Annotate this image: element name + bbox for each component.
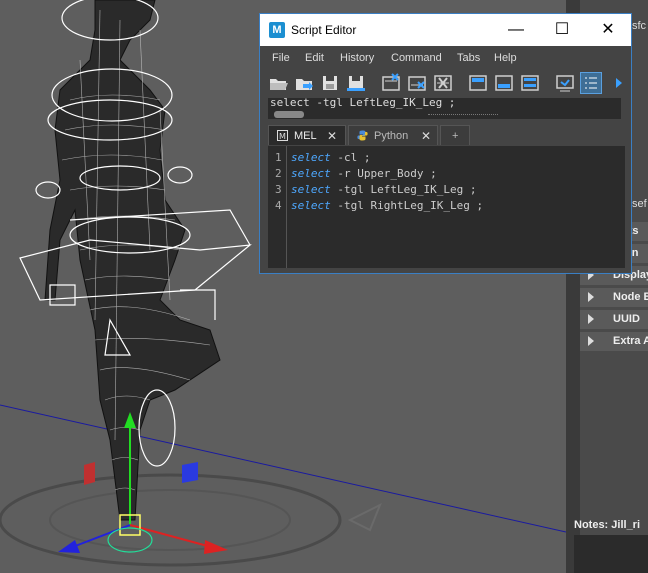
- close-tab-icon[interactable]: ✕: [327, 129, 337, 143]
- line-number: 4: [275, 199, 282, 212]
- show-input-icon[interactable]: [493, 72, 515, 94]
- notes-textarea[interactable]: [574, 535, 648, 573]
- code-args: -tgl LeftLeg_IK_Leg ;: [330, 183, 477, 196]
- tab-bar: M MEL ✕ Python ✕ +: [268, 125, 621, 146]
- clear-history-icon[interactable]: [380, 72, 402, 94]
- menu-help[interactable]: Help: [494, 52, 517, 64]
- script-editor-window[interactable]: M Script Editor — ☐ ✕ File Edit History …: [259, 13, 632, 274]
- history-pane[interactable]: select -tgl LeftLeg_IK_Leg ;: [268, 98, 621, 119]
- menu-bar: File Edit History Command Tabs Help: [260, 47, 631, 69]
- toolbar: [260, 69, 631, 97]
- code-args: -cl ;: [330, 151, 371, 164]
- attr-section-uuid[interactable]: UUID: [580, 310, 648, 329]
- menu-file[interactable]: File: [272, 52, 290, 64]
- code-line[interactable]: select -tgl LeftLeg_IK_Leg ;: [291, 183, 476, 196]
- clear-input-icon[interactable]: [406, 72, 428, 94]
- tab-mel[interactable]: M MEL ✕: [268, 125, 346, 145]
- python-icon: [357, 130, 368, 141]
- attr-fragment-top: sfc: [632, 20, 647, 32]
- code-editor[interactable]: 1 2 3 4 select -cl ; select -r Upper_Bod…: [268, 146, 625, 268]
- attr-section-node-behavior[interactable]: Node B: [580, 288, 648, 307]
- code-line[interactable]: select -tgl RightLeg_IK_Leg ;: [291, 199, 483, 212]
- expand-arrow-icon: [588, 292, 594, 302]
- menu-edit[interactable]: Edit: [305, 52, 324, 64]
- window-title: Script Editor: [291, 23, 357, 37]
- expand-arrow-icon: [588, 314, 594, 324]
- history-scrollbar-thumb[interactable]: [274, 111, 304, 118]
- save-script-shelf-icon[interactable]: [345, 72, 367, 94]
- menu-tabs[interactable]: Tabs: [457, 52, 480, 64]
- source-script-icon[interactable]: [293, 72, 315, 94]
- line-number: 3: [275, 183, 282, 196]
- code-keyword: select: [291, 151, 331, 164]
- code-line[interactable]: select -cl ;: [291, 151, 371, 164]
- tab-python[interactable]: Python ✕: [348, 125, 438, 145]
- menu-history[interactable]: History: [340, 52, 374, 64]
- show-history-icon[interactable]: [467, 72, 489, 94]
- open-script-icon[interactable]: [267, 72, 289, 94]
- minimize-button[interactable]: —: [493, 14, 539, 46]
- maya-app-icon: M: [269, 22, 285, 38]
- close-tab-icon[interactable]: ✕: [421, 129, 431, 143]
- code-args: -r Upper_Body ;: [330, 167, 437, 180]
- expand-icon[interactable]: [612, 72, 626, 94]
- echo-commands-icon[interactable]: [554, 72, 576, 94]
- show-both-icon[interactable]: [519, 72, 541, 94]
- mel-icon: M: [277, 130, 288, 141]
- line-numbers-icon[interactable]: [580, 72, 602, 94]
- save-script-icon[interactable]: [319, 72, 341, 94]
- history-line: select -tgl LeftLeg_IK_Leg ;: [270, 98, 456, 109]
- svg-text:M: M: [279, 132, 286, 141]
- code-keyword: select: [291, 167, 331, 180]
- notes-label: Notes: Jill_ri: [574, 519, 641, 531]
- line-number: 2: [275, 167, 282, 180]
- attr-section-extra-attributes[interactable]: Extra A: [580, 332, 648, 351]
- code-keyword: select: [291, 199, 331, 212]
- menu-command[interactable]: Command: [391, 52, 442, 64]
- clear-all-icon[interactable]: [432, 72, 454, 94]
- code-keyword: select: [291, 183, 331, 196]
- title-bar[interactable]: M Script Editor — ☐ ✕: [260, 14, 631, 46]
- line-number: 1: [275, 151, 282, 164]
- attr-fragment-mid: sef: [632, 198, 647, 210]
- pane-splitter-grip[interactable]: [428, 114, 498, 117]
- expand-arrow-icon: [588, 336, 594, 346]
- maximize-button[interactable]: ☐: [539, 14, 585, 46]
- close-button[interactable]: ✕: [585, 14, 631, 46]
- code-args: -tgl RightLeg_IK_Leg ;: [330, 199, 484, 212]
- add-tab-button[interactable]: +: [440, 125, 470, 145]
- code-line[interactable]: select -r Upper_Body ;: [291, 167, 437, 180]
